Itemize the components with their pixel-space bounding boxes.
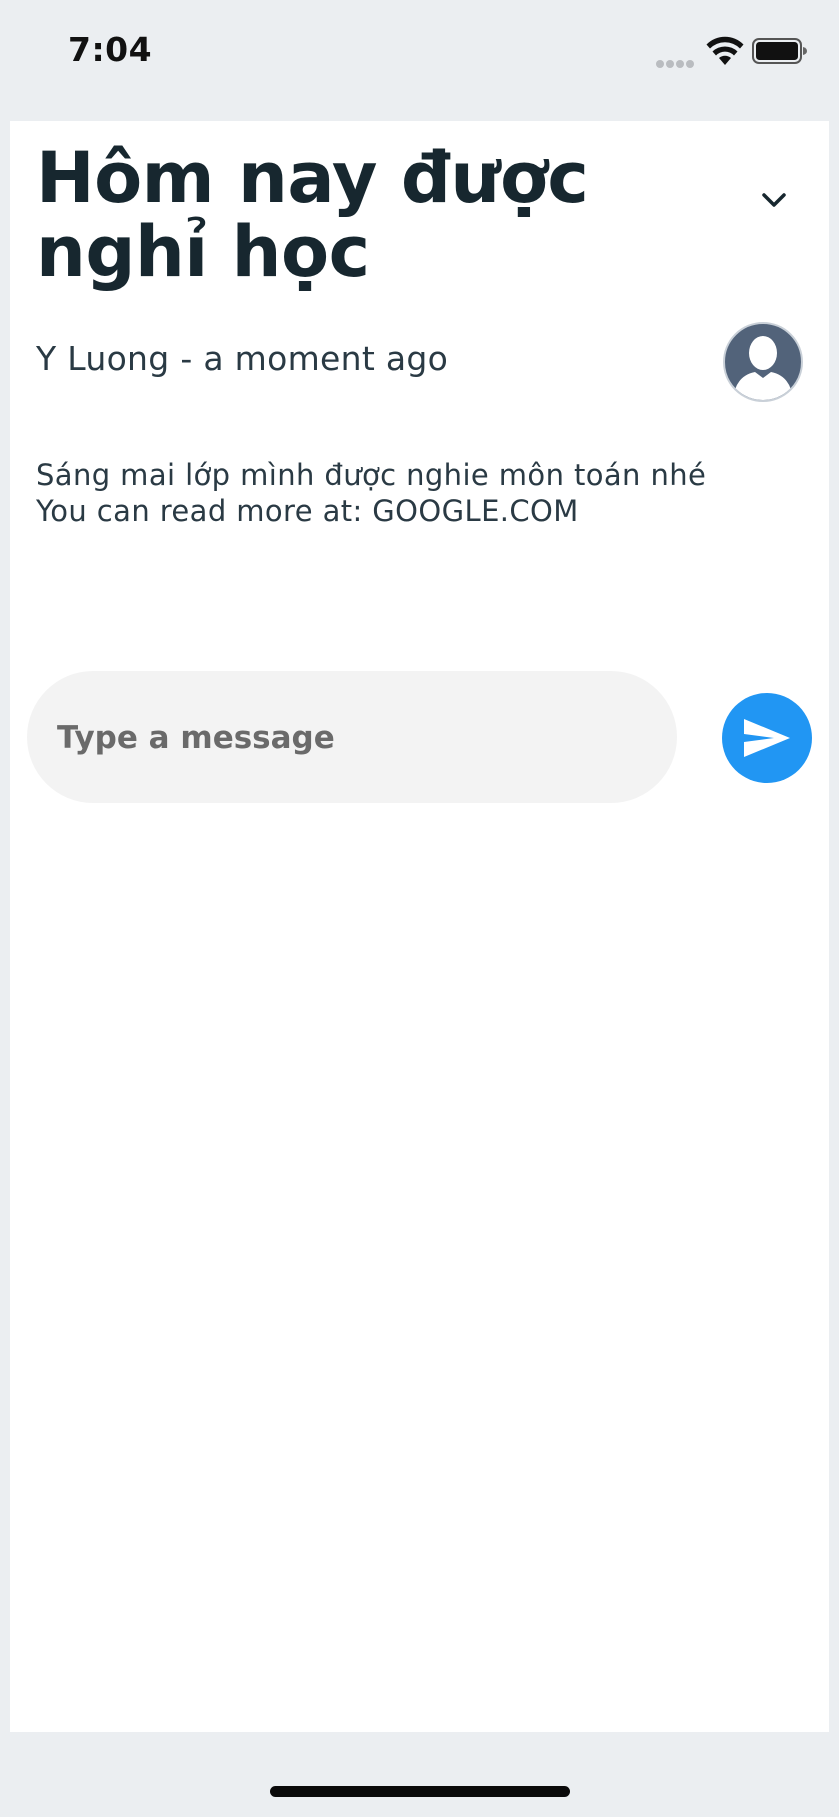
user-avatar-icon — [733, 336, 793, 400]
collapse-button[interactable] — [752, 181, 796, 221]
post-meta: Y Luong - a moment ago — [36, 339, 448, 378]
message-composer — [27, 671, 677, 805]
status-bar: 7:04 — [0, 0, 839, 120]
wifi-icon — [706, 36, 744, 65]
meta-separator: - — [169, 339, 204, 378]
post-detail-sheet: Hôm nay được nghỉ học Y Luong - a moment… — [10, 121, 829, 1732]
battery-icon — [752, 38, 807, 64]
post-body-line: Sáng mai lớp mình được nghie môn toán nh… — [36, 458, 707, 492]
status-time: 7:04 — [68, 30, 153, 69]
message-input[interactable] — [55, 671, 659, 805]
chevron-down-icon — [762, 193, 786, 207]
cellular-signal-icon — [656, 55, 696, 68]
home-indicator — [270, 1786, 570, 1797]
post-timestamp: a moment ago — [203, 339, 449, 378]
author-name: Y Luong — [36, 339, 170, 378]
post-title: Hôm nay được nghỉ học — [36, 137, 589, 293]
send-button[interactable] — [722, 693, 812, 783]
post-body-line: You can read more at: GOOGLE.COM — [36, 494, 579, 528]
avatar[interactable] — [723, 322, 803, 402]
send-icon — [744, 719, 790, 757]
post-body: Sáng mai lớp mình được nghie môn toán nh… — [36, 457, 806, 529]
